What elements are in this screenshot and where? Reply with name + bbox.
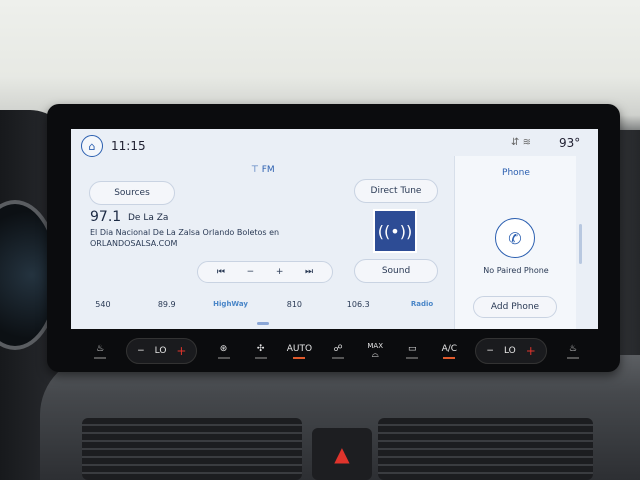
home-icon: ⌂ <box>88 139 96 153</box>
driver-temp-control: − LO + <box>126 338 198 364</box>
home-button[interactable]: ⌂ <box>81 135 103 157</box>
hazard-icon: ▲ <box>334 442 350 466</box>
signal-icon: ⇵ <box>511 137 520 148</box>
preset-item[interactable]: Radio <box>390 300 454 308</box>
phone-icon: ✆ <box>495 218 535 258</box>
clock: 11:15 <box>111 139 146 153</box>
preset-item[interactable]: 810 <box>262 300 326 309</box>
seek-forward-button[interactable]: ⏭ <box>305 267 313 277</box>
passenger-temp-value: LO <box>503 346 516 356</box>
radio-text: El Dia Nacional De La Zalsa Orlando Bole… <box>90 228 280 248</box>
driver-temp-value: LO <box>154 346 167 356</box>
page-indicator <box>257 322 269 325</box>
band-label: FM <box>261 165 275 175</box>
driver-seat-heat-button[interactable]: ♨ <box>89 336 111 366</box>
transport-controls: ⏮ − + ⏭ <box>197 261 333 283</box>
preset-item[interactable]: HighWay <box>199 300 263 308</box>
tune-down-button[interactable]: − <box>247 267 255 277</box>
air-vent-left <box>82 418 302 480</box>
rear-defrost-icon: ▭ <box>408 343 417 354</box>
auto-button[interactable]: AUTO <box>287 336 312 366</box>
phone-status: No Paired Phone <box>483 266 549 275</box>
airflow-button[interactable]: ☍ <box>327 336 349 366</box>
station-frequency: 97.1 <box>90 209 122 225</box>
preset-item[interactable]: 106.3 <box>326 300 390 309</box>
seat-heat-icon: ♨ <box>95 343 105 354</box>
auto-label: AUTO <box>286 343 313 354</box>
add-phone-button[interactable]: Add Phone <box>473 296 557 318</box>
phone-title: Phone <box>502 168 530 178</box>
hazard-button[interactable]: ▲ <box>312 428 372 480</box>
broadcast-icon: ((•)) <box>377 221 413 241</box>
status-icons: ⇵ ≋ <box>511 137 531 148</box>
preset-item[interactable]: 89.9 <box>135 300 199 309</box>
wifi-icon: ≋ <box>522 137 531 148</box>
rear-defrost-button[interactable]: ▭ <box>401 336 423 366</box>
max-label: MAX <box>367 342 383 350</box>
preset-item[interactable]: 540 <box>71 300 135 309</box>
station-art: ((•)) <box>373 209 417 253</box>
seek-back-button[interactable]: ⏮ <box>217 267 225 277</box>
station-name: De La Za <box>128 213 169 223</box>
passenger-temp-up-button[interactable]: + <box>526 344 536 358</box>
steering-heat-button[interactable]: ⊛ <box>213 336 235 366</box>
preset-bar: 540 89.9 HighWay 810 106.3 Radio <box>71 289 454 319</box>
tune-up-button[interactable]: + <box>276 267 284 277</box>
ac-label: A/C <box>441 343 458 354</box>
antenna-icon: ⊤ <box>251 165 259 175</box>
climate-bar: ♨ − LO + ⊛ ✣ AUTO ☍ MAX ⌓ ▭ A/C − LO + ♨ <box>89 334 584 368</box>
max-defrost-button[interactable]: MAX ⌓ <box>364 336 386 366</box>
airflow-icon: ☍ <box>333 343 343 354</box>
sources-button[interactable]: Sources <box>89 181 175 205</box>
infotainment-screen: ⌂ 11:15 ⇵ ≋ 93° ⊤ FM Sources Direct Tune… <box>71 129 598 329</box>
phone-panel: Phone ✆ No Paired Phone Add Phone <box>454 156 576 329</box>
fan-icon: ✣ <box>256 343 265 354</box>
driver-temp-down-button[interactable]: − <box>137 346 145 356</box>
driver-temp-up-button[interactable]: + <box>176 344 186 358</box>
outside-temperature: 93° <box>559 136 581 150</box>
band-indicator: ⊤ FM <box>251 165 275 175</box>
defrost-icon: ⌓ <box>371 350 379 360</box>
steering-wheel-icon: ⊛ <box>219 343 228 354</box>
passenger-temp-control: − LO + <box>475 338 547 364</box>
air-vent-right <box>378 418 593 480</box>
direct-tune-button[interactable]: Direct Tune <box>354 179 438 203</box>
passenger-seat-heat-button[interactable]: ♨ <box>562 336 584 366</box>
ac-button[interactable]: A/C <box>438 336 460 366</box>
seat-heat-icon: ♨ <box>568 343 577 354</box>
passenger-temp-down-button[interactable]: − <box>486 346 494 356</box>
fan-button[interactable]: ✣ <box>250 336 272 366</box>
sound-button[interactable]: Sound <box>354 259 438 283</box>
scrollbar[interactable] <box>579 224 582 264</box>
